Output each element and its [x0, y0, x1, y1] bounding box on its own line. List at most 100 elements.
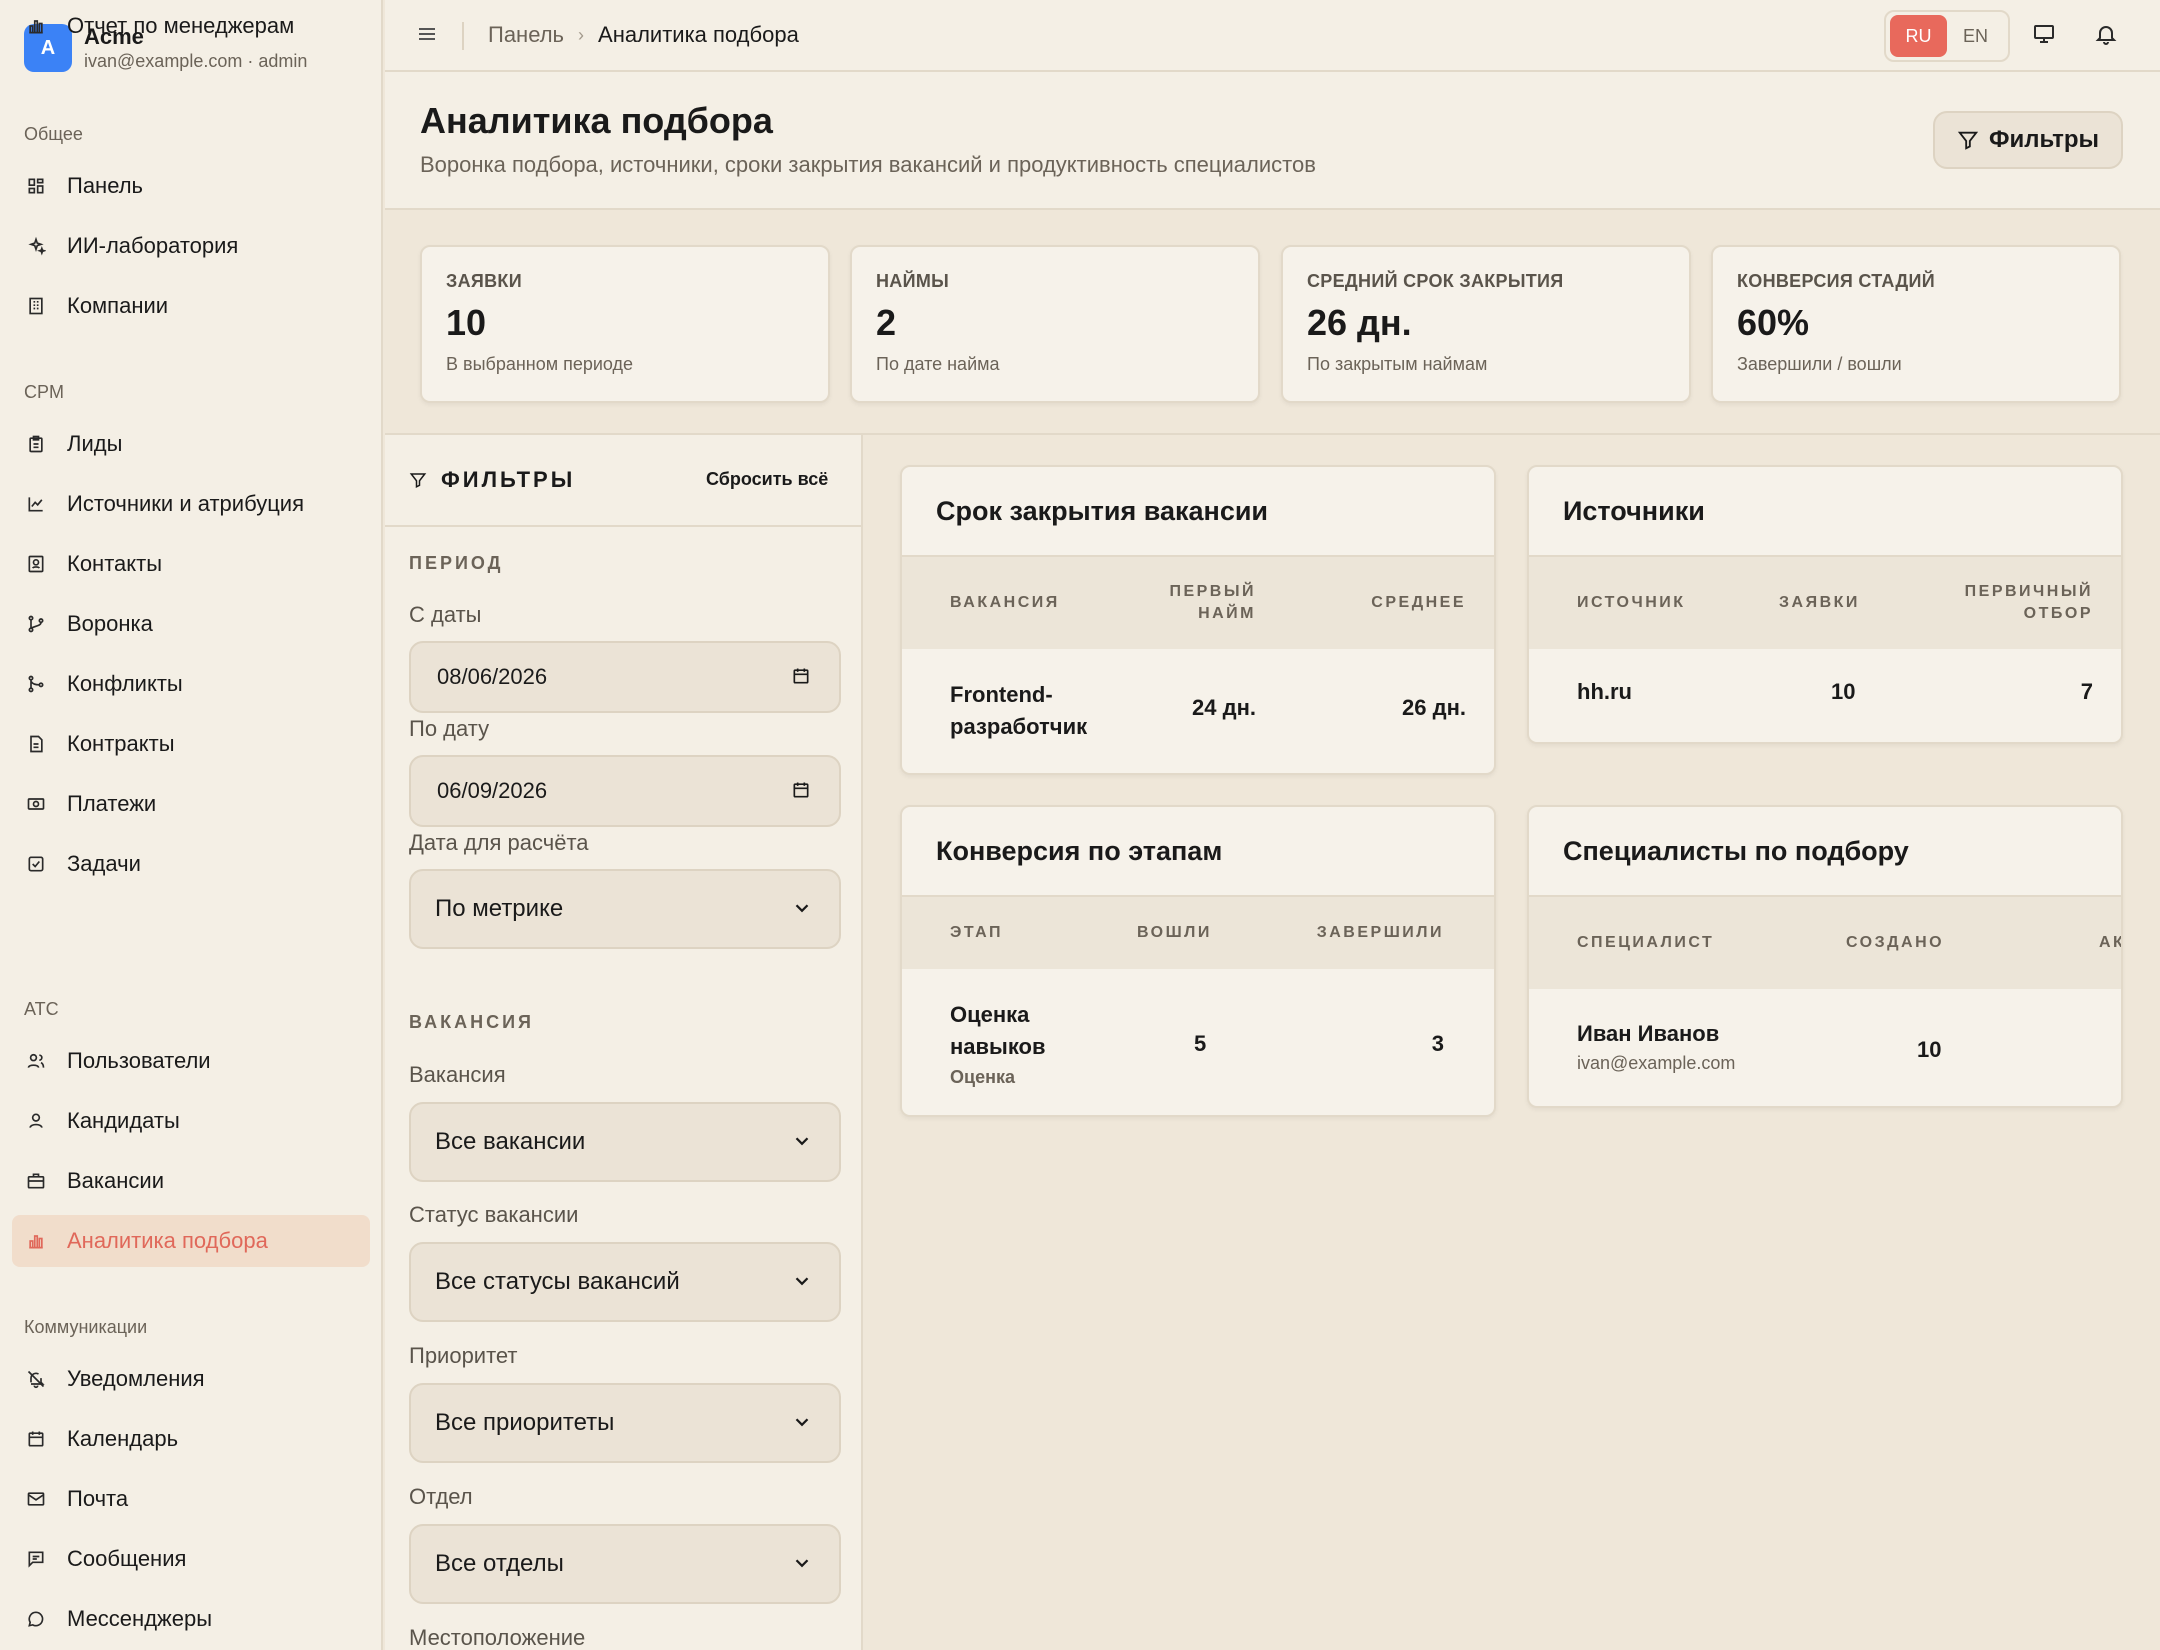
lang-ru-button[interactable]: RU	[1890, 15, 1947, 57]
banknote-icon	[25, 793, 47, 815]
col-screening[interactable]: ПЕРВИЧНЫЙ ОТБОР	[1965, 581, 2093, 625]
sidebar-item[interactable]: Кандидаты	[12, 1095, 370, 1147]
kpi-card-applications: ЗАЯВКИ 10 В выбранном периоде	[420, 245, 830, 403]
sidebar-item[interactable]: Почта	[12, 1473, 370, 1525]
sources-card: Источники ИСТОЧНИК ЗАЯВКИ ПЕРВИЧНЫЙ ОТБОР…	[1527, 465, 2123, 744]
close-time-table-header: ВАКАНСИЯ ПЕРВЫЙ НАЙМ СРЕДНЕЕ	[902, 557, 1494, 649]
sidebar-section-title: ATC	[24, 999, 59, 1019]
chevron-down-icon	[791, 897, 815, 921]
to-date-label: По дату	[409, 716, 490, 741]
reset-filters-button[interactable]: Сбросить всё	[706, 469, 828, 490]
briefcase-icon	[25, 1170, 47, 1192]
sidebar-item[interactable]: Аналитика подбора	[12, 1215, 370, 1267]
sidebar-item[interactable]: Контакты	[12, 538, 370, 590]
row-vacancy: Frontend-разработчик	[950, 682, 1088, 739]
sidebar-item[interactable]: Конфликты	[12, 658, 370, 710]
priority-select[interactable]: Все приоритеты	[409, 1383, 841, 1463]
calendar-icon[interactable]	[791, 666, 813, 688]
from-date-input[interactable]: 08/06/2026	[409, 641, 841, 713]
col-created[interactable]: СОЗДАНО	[1846, 932, 1944, 954]
menu-toggle-button[interactable]	[415, 22, 443, 50]
monitor-button[interactable]	[2032, 22, 2060, 50]
sidebar-item[interactable]: Вакансии	[12, 1155, 370, 1207]
department-value: Все отделы	[435, 1550, 564, 1577]
sidebar-item[interactable]: Сообщения	[12, 1533, 370, 1585]
row-source: hh.ru	[1577, 679, 1632, 704]
calc-date-select[interactable]: По метрике	[409, 869, 841, 949]
table-row[interactable]: Frontend-разработчик 24 дн. 26 дн.	[902, 649, 1494, 773]
table-row[interactable]: Иван Иванов ivan@example.com 10	[1529, 989, 2121, 1105]
sidebar-item[interactable]: Лиды	[12, 418, 370, 470]
language-switcher: RU EN	[1884, 10, 2010, 62]
sidebar-item[interactable]: Уведомления	[12, 1353, 370, 1405]
sidebar-item[interactable]: ИИ-лаборатория	[12, 220, 370, 272]
sidebar: A Acme ivan@example.com · admin Общее Пан…	[0, 0, 383, 1650]
bell-icon	[2095, 26, 2117, 45]
breadcrumb-root[interactable]: Панель	[488, 22, 564, 48]
row-screening: 7	[2080, 679, 2093, 704]
sidebar-item[interactable]: Отчет по менеджерам	[12, 0, 370, 52]
col-vacancy[interactable]: ВАКАНСИЯ	[950, 592, 1060, 614]
sidebar-item-label: Конфликты	[67, 671, 183, 696]
sidebar-item-label: Контракты	[67, 731, 175, 756]
bar-chart-icon	[25, 15, 47, 37]
priority-value: Все приоритеты	[435, 1409, 615, 1436]
col-stage[interactable]: ЭТАП	[950, 922, 1003, 944]
lang-en-button[interactable]: EN	[1947, 15, 2004, 57]
document-icon	[25, 733, 47, 755]
kpi-note: Завершили / вошли	[1737, 354, 1902, 374]
calendar-icon[interactable]	[791, 780, 813, 802]
col-entered[interactable]: ВОШЛИ	[1137, 922, 1212, 944]
sidebar-item[interactable]: Календарь	[12, 1413, 370, 1465]
row-specialist-email: ivan@example.com	[1577, 1053, 1736, 1073]
kpi-label: ЗАЯВКИ	[446, 271, 522, 291]
close-time-title: Срок закрытия вакансии	[902, 467, 1494, 557]
sidebar-item[interactable]: Платежи	[12, 778, 370, 830]
bell-off-icon	[25, 1368, 47, 1390]
col-first-hire[interactable]: ПЕРВЫЙ НАЙМ	[1169, 581, 1256, 625]
page-title: Аналитика подбора	[420, 100, 773, 141]
sidebar-item[interactable]: Пользователи	[12, 1035, 370, 1087]
kpi-value: 10	[446, 302, 487, 343]
sidebar-item-label: Аналитика подбора	[67, 1228, 268, 1253]
filter-icon	[1957, 131, 1979, 150]
from-date-label: С даты	[409, 602, 482, 627]
table-row[interactable]: hh.ru 10 7	[1529, 649, 2121, 741]
sidebar-item[interactable]: Панель	[12, 160, 370, 212]
sidebar-item[interactable]: Источники и атрибуция	[12, 478, 370, 530]
sidebar-item[interactable]: Компании	[12, 280, 370, 332]
sidebar-item[interactable]: Мессенджеры	[12, 1593, 370, 1645]
topbar: Панель › Аналитика подбора RU EN	[385, 0, 2160, 72]
vacancy-status-select[interactable]: Все статусы вакансий	[409, 1242, 841, 1322]
filters-panel-title: ФИЛЬТРЫ	[409, 467, 575, 493]
conversion-title: Конверсия по этапам	[902, 807, 1494, 897]
notifications-button[interactable]	[2094, 22, 2122, 50]
kpi-value: 2	[876, 302, 897, 343]
chevron-down-icon	[791, 1270, 815, 1294]
sidebar-item-label: Сообщения	[67, 1546, 187, 1571]
col-average[interactable]: СРЕДНЕЕ	[1371, 592, 1466, 614]
col-active[interactable]: АКТИВ	[2099, 932, 2121, 954]
col-source[interactable]: ИСТОЧНИК	[1577, 592, 1686, 614]
row-specialist-name: Иван Иванов	[1577, 1021, 1720, 1046]
col-specialist[interactable]: СПЕЦИАЛИСТ	[1577, 932, 1714, 954]
chart-line-icon	[25, 493, 47, 515]
sidebar-item[interactable]: Контракты	[12, 718, 370, 770]
filters-button[interactable]: Фильтры	[1933, 111, 2123, 169]
kpi-note: По закрытым наймам	[1307, 354, 1488, 374]
filters-button-label: Фильтры	[1988, 126, 2100, 153]
filter-icon	[409, 473, 427, 488]
sidebar-item[interactable]: Воронка	[12, 598, 370, 650]
checkbox-icon	[25, 853, 47, 875]
to-date-input[interactable]: 06/09/2026	[409, 755, 841, 827]
chevron-down-icon	[791, 1130, 815, 1154]
col-completed[interactable]: ЗАВЕРШИЛИ	[1317, 922, 1444, 944]
kpi-card-hires: НАЙМЫ 2 По дате найма	[850, 245, 1260, 403]
menu-icon	[419, 28, 435, 40]
sources-table-header: ИСТОЧНИК ЗАЯВКИ ПЕРВИЧНЫЙ ОТБОР	[1529, 557, 2121, 649]
sidebar-item[interactable]: Задачи	[12, 838, 370, 890]
col-applications[interactable]: ЗАЯВКИ	[1779, 592, 1860, 614]
table-row[interactable]: Оценка навыков Оценка 5 3	[902, 969, 1494, 1113]
vacancy-select[interactable]: Все вакансии	[409, 1102, 841, 1182]
department-select[interactable]: Все отделы	[409, 1524, 841, 1604]
